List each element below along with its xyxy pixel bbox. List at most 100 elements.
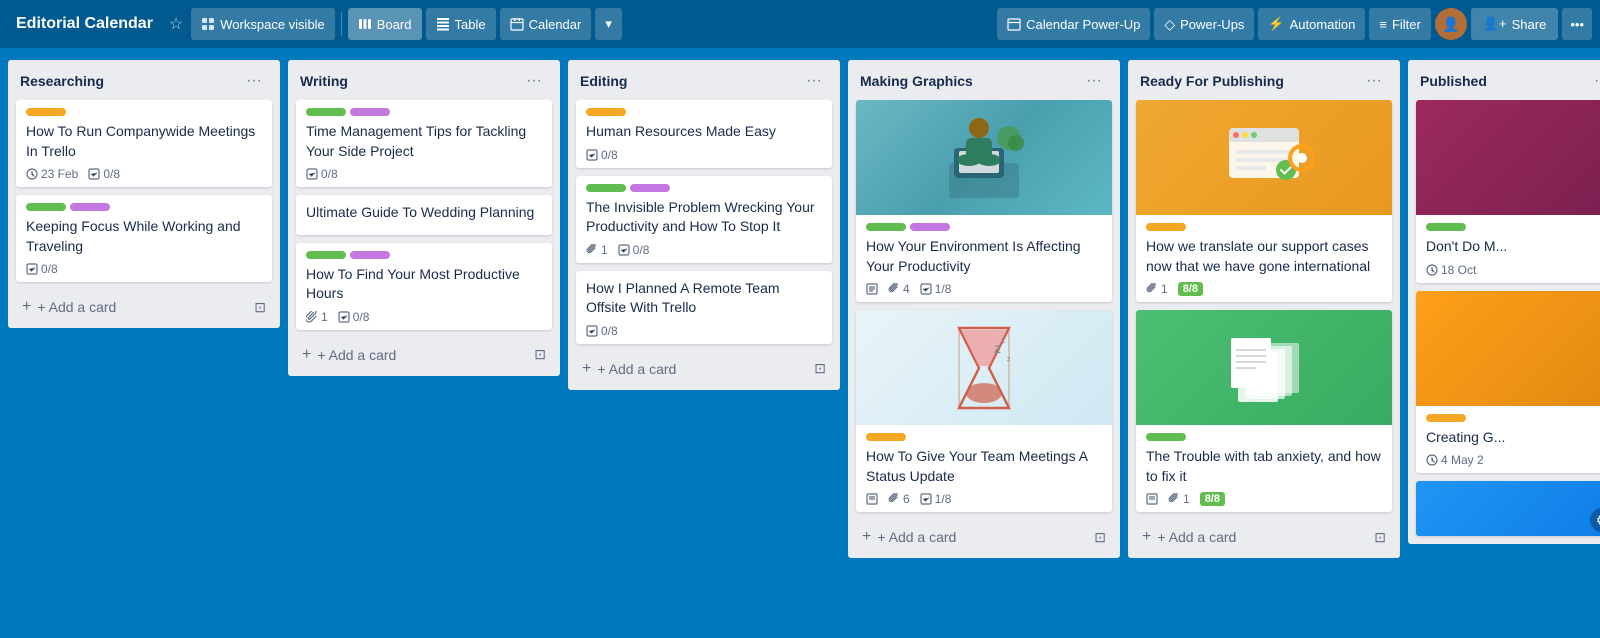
checklist-meta: 0/8 <box>26 262 58 276</box>
board-canvas: Researching ··· How To Run Companywide M… <box>0 48 1600 638</box>
card-mg1[interactable]: How Your Environment Is Affecting Your P… <box>856 100 1112 302</box>
card-pub1[interactable]: Don't Do M... 18 Oct <box>1416 100 1600 283</box>
card-e3[interactable]: How I Planned A Remote Team Offsite With… <box>576 271 832 344</box>
column-editing: Editing ··· Human Resources Made Easy 0/… <box>568 60 840 390</box>
card-body: How To Give Your Team Meetings A Status … <box>856 425 1112 512</box>
card-labels <box>586 184 822 192</box>
add-card-rfp[interactable]: + + Add a card ⊡ <box>1132 522 1396 554</box>
checklist-icon <box>306 168 318 180</box>
powerups-label: Power-Ups <box>1180 17 1244 32</box>
card-e2[interactable]: The Invisible Problem Wrecking Your Prod… <box>576 176 832 263</box>
avatar[interactable]: 👤 <box>1435 8 1467 40</box>
column-title: Researching <box>20 73 104 89</box>
workspace-visible-button[interactable]: Workspace visible <box>191 8 335 40</box>
column-menu-button[interactable]: ··· <box>520 70 548 92</box>
card-title: Keeping Focus While Working and Travelin… <box>26 217 262 256</box>
share-button[interactable]: 👤+ Share <box>1471 8 1558 40</box>
card-title: Don't Do M... <box>1426 237 1600 257</box>
card-r2[interactable]: Keeping Focus While Working and Travelin… <box>16 195 272 282</box>
plus-icon: + <box>862 528 871 546</box>
card-rfp2[interactable]: The Trouble with tab anxiety, and how to… <box>1136 310 1392 512</box>
svg-text:z: z <box>1007 356 1011 363</box>
card-labels <box>866 433 1102 441</box>
card-w2[interactable]: Ultimate Guide To Wedding Planning <box>296 195 552 235</box>
attachment-meta: 1 <box>306 310 328 324</box>
checklist-meta: 0/8 <box>586 324 618 338</box>
card-body: Creating G... 4 May 2 <box>1416 406 1600 474</box>
column-menu-button[interactable]: ··· <box>1080 70 1108 92</box>
card-title: How Your Environment Is Affecting Your P… <box>866 237 1102 276</box>
date-meta: 23 Feb <box>26 167 78 181</box>
add-card-label: + Add a card <box>597 361 676 377</box>
column-menu-button[interactable]: ··· <box>240 70 268 92</box>
label-green <box>306 251 346 259</box>
person-illustration <box>944 108 1024 208</box>
card-pub3[interactable]: ⚙ <box>1416 481 1600 536</box>
card-body: How To Run Companywide Meetings In Trell… <box>16 100 272 187</box>
column-title: Making Graphics <box>860 73 973 89</box>
chevron-down-button[interactable]: ▾ <box>595 8 622 40</box>
lightning-icon: ⚡ <box>1268 16 1284 32</box>
template-icon: ⊡ <box>1094 529 1106 546</box>
hourglass-illustration: Z z z <box>949 323 1019 413</box>
checklist-meta: 0/8 <box>618 243 650 257</box>
label-yellow <box>1146 223 1186 231</box>
clock-icon <box>1426 264 1438 276</box>
label-purple <box>70 203 110 211</box>
template-icon: ⊡ <box>254 299 266 316</box>
column-researching: Researching ··· How To Run Companywide M… <box>8 60 280 328</box>
card-mg2[interactable]: Z z z How To Give Your Team Meetings A S… <box>856 310 1112 512</box>
board-title: Editorial Calendar <box>8 15 161 33</box>
card-meta: 1 0/8 <box>306 310 542 324</box>
add-card-editing[interactable]: + + Add a card ⊡ <box>572 354 836 386</box>
filter-button[interactable]: ≡ Filter <box>1369 8 1430 40</box>
powerups-button[interactable]: ◇ Power-Ups <box>1154 8 1254 40</box>
card-cover-blue: ⚙ <box>1416 481 1600 536</box>
gear-badge: ⚙ <box>1590 508 1600 532</box>
star-button[interactable]: ☆ <box>165 10 187 38</box>
label-green <box>306 108 346 116</box>
plus-icon: + <box>22 298 31 316</box>
description-icon <box>866 493 878 505</box>
column-menu-button[interactable]: ··· <box>1588 70 1600 92</box>
automation-button[interactable]: ⚡ Automation <box>1258 8 1365 40</box>
card-rfp1[interactable]: How we translate our support cases now t… <box>1136 100 1392 302</box>
card-r1[interactable]: How To Run Companywide Meetings In Trell… <box>16 100 272 187</box>
card-cover-green <box>1136 310 1392 425</box>
paperclip-icon <box>1168 493 1180 505</box>
column-writing: Writing ··· Time Management Tips for Tac… <box>288 60 560 376</box>
column-making-graphics: Making Graphics ··· <box>848 60 1120 558</box>
paperclip-icon <box>888 283 900 295</box>
card-w1[interactable]: Time Management Tips for Tackling Your S… <box>296 100 552 187</box>
checklist-meta: 0/8 <box>338 310 370 324</box>
label-green <box>586 184 626 192</box>
card-meta: 0/8 <box>306 167 542 181</box>
card-cover-person <box>856 100 1112 215</box>
board-icon <box>358 17 372 31</box>
date-meta: 4 May 2 <box>1426 453 1484 467</box>
automation-label: Automation <box>1290 17 1356 32</box>
add-card-writing[interactable]: + + Add a card ⊡ <box>292 340 556 372</box>
table-view-button[interactable]: Table <box>426 8 496 40</box>
table-icon <box>436 17 450 31</box>
card-body: How Your Environment Is Affecting Your P… <box>856 215 1112 302</box>
column-menu-button[interactable]: ··· <box>800 70 828 92</box>
card-labels <box>306 108 542 116</box>
svg-text:Z: Z <box>994 344 1001 356</box>
card-e1[interactable]: Human Resources Made Easy 0/8 <box>576 100 832 168</box>
board-view-button[interactable]: Board <box>348 8 422 40</box>
description-meta <box>1146 493 1158 505</box>
label-yellow <box>1426 414 1466 422</box>
add-card-making-graphics[interactable]: + + Add a card ⊡ <box>852 522 1116 554</box>
card-w3[interactable]: How To Find Your Most Productive Hours 1… <box>296 243 552 330</box>
label-yellow <box>26 108 66 116</box>
calendar-powerup-button[interactable]: Calendar Power-Up <box>997 8 1150 40</box>
card-pub2[interactable]: Creating G... 4 May 2 <box>1416 291 1600 474</box>
more-options-button[interactable]: ••• <box>1562 8 1592 40</box>
card-title: Ultimate Guide To Wedding Planning <box>306 203 542 223</box>
calendar-view-button[interactable]: Calendar <box>500 8 592 40</box>
column-menu-button[interactable]: ··· <box>1360 70 1388 92</box>
card-title: How we translate our support cases now t… <box>1146 237 1382 276</box>
column-title: Published <box>1420 73 1487 89</box>
add-card-researching[interactable]: + + Add a card ⊡ <box>12 292 276 324</box>
